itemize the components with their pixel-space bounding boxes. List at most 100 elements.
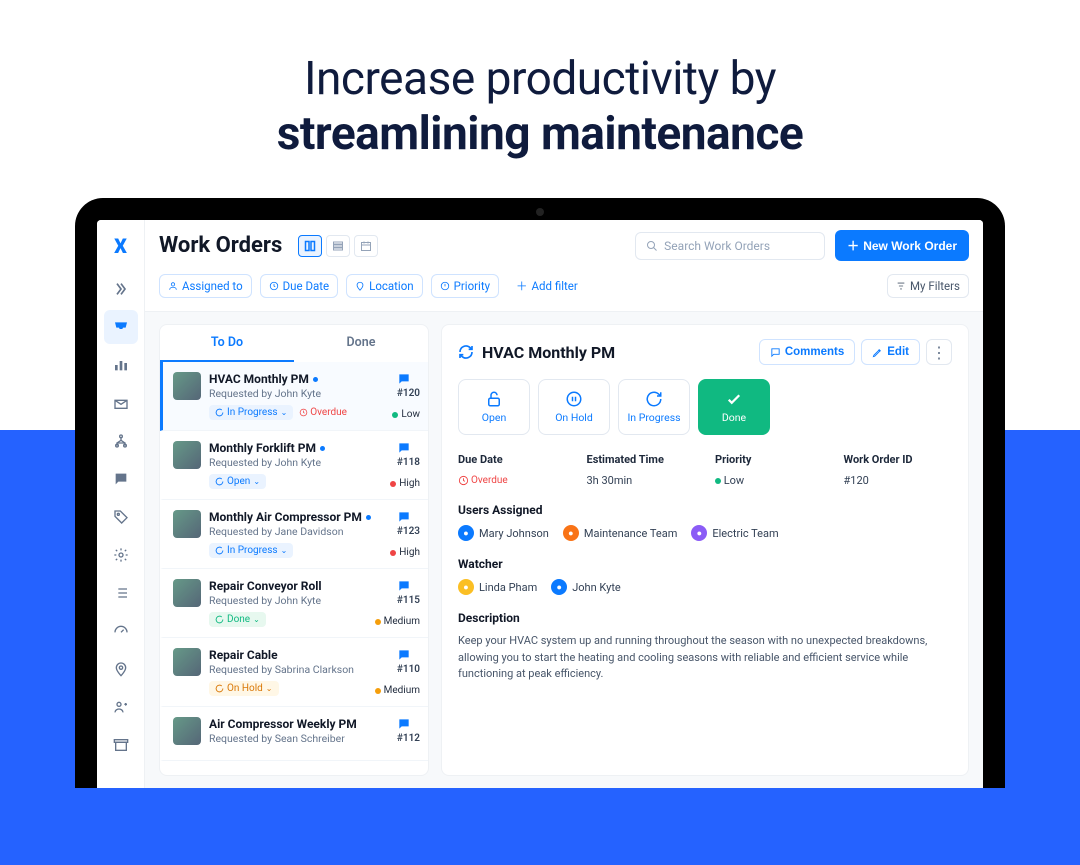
work-order-item[interactable]: Air Compressor Weekly PM Requested by Se… <box>160 707 428 761</box>
work-order-thumbnail <box>173 579 201 607</box>
comments-button[interactable]: Comments <box>759 339 855 365</box>
unread-dot <box>313 377 318 382</box>
sidebar-requests[interactable] <box>104 386 138 420</box>
watcher-section: Watcher ●Linda Pham●John Kyte <box>458 557 952 595</box>
filter-bar: Assigned to Due Date Location Priority ＋… <box>145 267 983 312</box>
filter-priority[interactable]: Priority <box>431 274 499 298</box>
work-order-item[interactable]: Repair Cable Requested by Sabrina Clarks… <box>160 638 428 707</box>
sidebar-tags[interactable] <box>104 500 138 534</box>
work-order-requester: Requested by Jane Davidson <box>209 525 418 538</box>
view-toggles <box>298 235 378 257</box>
work-order-number: #120 <box>397 388 420 399</box>
priority-badge: Medium <box>375 616 420 627</box>
chat-icon <box>397 372 420 386</box>
status-pill[interactable]: Open <box>209 474 266 489</box>
status-open[interactable]: Open <box>458 379 530 435</box>
sidebar-list[interactable] <box>104 576 138 610</box>
user-chip: ●Electric Team <box>691 525 778 541</box>
app-screen: X Work Orders <box>97 220 983 788</box>
new-work-order-button[interactable]: ＋ New Work Order <box>835 230 969 261</box>
sidebar-people[interactable] <box>104 690 138 724</box>
tab-done[interactable]: Done <box>294 325 428 362</box>
sidebar-location[interactable] <box>104 652 138 686</box>
work-order-list-panel: To Do Done HVAC Monthly PM Requested by … <box>159 324 429 776</box>
sidebar-gauge[interactable] <box>104 614 138 648</box>
work-order-thumbnail <box>173 648 201 676</box>
avatar: ● <box>551 579 567 595</box>
work-order-thumbnail <box>173 441 201 469</box>
progress-icon <box>645 390 663 408</box>
status-pill[interactable]: Done <box>209 612 266 627</box>
work-order-thumbnail <box>173 372 201 400</box>
status-done[interactable]: Done <box>698 379 770 435</box>
priority-badge: High <box>390 547 420 558</box>
work-order-item[interactable]: Repair Conveyor Roll Requested by John K… <box>160 569 428 638</box>
status-progress[interactable]: In Progress <box>618 379 690 435</box>
description-section: Description Keep your HVAC system up and… <box>458 611 952 683</box>
filter-due[interactable]: Due Date <box>260 274 339 298</box>
status-hold[interactable]: On Hold <box>538 379 610 435</box>
sidebar-expand[interactable] <box>104 272 138 306</box>
label-due: Due Date <box>458 453 567 466</box>
sidebar-analytics[interactable] <box>104 348 138 382</box>
sidebar: X <box>97 220 145 788</box>
sidebar-inbox[interactable] <box>104 310 138 344</box>
status-pill[interactable]: In Progress <box>209 543 293 558</box>
avatar: ● <box>691 525 707 541</box>
label-prio: Priority <box>715 453 824 466</box>
my-filters-button[interactable]: My Filters <box>887 274 969 298</box>
sidebar-archive[interactable] <box>104 728 138 762</box>
filter-assigned[interactable]: Assigned to <box>159 274 252 298</box>
status-pill[interactable]: On Hold <box>209 681 279 696</box>
user-chip: ●Maintenance Team <box>563 525 678 541</box>
work-order-thumbnail <box>173 717 201 745</box>
label-est: Estimated Time <box>587 453 696 466</box>
work-order-number: #118 <box>397 457 420 468</box>
users-assigned-section: Users Assigned ●Mary Johnson●Maintenance… <box>458 503 952 541</box>
unread-dot <box>320 446 325 451</box>
search-icon <box>646 240 658 252</box>
label-id: Work Order ID <box>844 453 953 466</box>
hero-heading: Increase productivity bystreamlining mai… <box>0 0 1080 198</box>
user-chip: ●Mary Johnson <box>458 525 549 541</box>
work-order-requester: Requested by John Kyte <box>209 456 418 469</box>
work-order-title: Repair Conveyor Roll <box>209 579 418 593</box>
work-order-detail-panel: HVAC Monthly PM Comments Edit ⋮ Open On … <box>441 324 969 776</box>
view-calendar[interactable] <box>354 235 378 257</box>
work-order-number: #115 <box>397 595 420 606</box>
work-order-item[interactable]: Monthly Forklift PM Requested by John Ky… <box>160 431 428 500</box>
topbar: Work Orders Search Work Orders ＋ New Wor… <box>145 220 983 267</box>
view-list[interactable] <box>326 235 350 257</box>
work-order-item[interactable]: Monthly Air Compressor PM Requested by J… <box>160 500 428 569</box>
refresh-icon[interactable] <box>458 344 474 360</box>
work-order-meta: #123 <box>397 510 420 537</box>
tablet-frame: X Work Orders <box>75 198 1005 788</box>
work-order-list: HVAC Monthly PM Requested by John Kyte I… <box>160 362 428 761</box>
add-filter-button[interactable]: ＋ Add filter <box>507 273 587 299</box>
work-order-requester: Requested by Sabrina Clarkson <box>209 663 418 676</box>
work-order-item[interactable]: HVAC Monthly PM Requested by John Kyte I… <box>160 362 428 431</box>
avatar: ● <box>458 525 474 541</box>
detail-title: HVAC Monthly PM <box>482 343 615 362</box>
app-logo: X <box>114 228 127 268</box>
overdue-badge: Overdue <box>299 407 347 418</box>
user-chip: ●Linda Pham <box>458 579 537 595</box>
view-kanban[interactable] <box>298 235 322 257</box>
sidebar-messages[interactable] <box>104 462 138 496</box>
user-chip: ●John Kyte <box>551 579 621 595</box>
description-text: Keep your HVAC system up and running thr… <box>458 633 952 683</box>
sidebar-assets[interactable] <box>104 424 138 458</box>
work-order-title: Monthly Air Compressor PM <box>209 510 418 524</box>
value-prio: Low <box>715 470 824 487</box>
value-est: 3h 30min <box>587 470 696 487</box>
search-input[interactable]: Search Work Orders <box>635 232 825 260</box>
tab-todo[interactable]: To Do <box>160 325 294 362</box>
edit-button[interactable]: Edit <box>861 339 920 365</box>
sidebar-settings[interactable] <box>104 538 138 572</box>
more-button[interactable]: ⋮ <box>926 339 952 365</box>
filter-location[interactable]: Location <box>346 274 423 298</box>
value-due: Overdue <box>458 470 567 487</box>
work-order-requester: Requested by John Kyte <box>209 387 418 400</box>
status-pill[interactable]: In Progress <box>209 405 293 420</box>
chat-icon <box>397 579 420 593</box>
